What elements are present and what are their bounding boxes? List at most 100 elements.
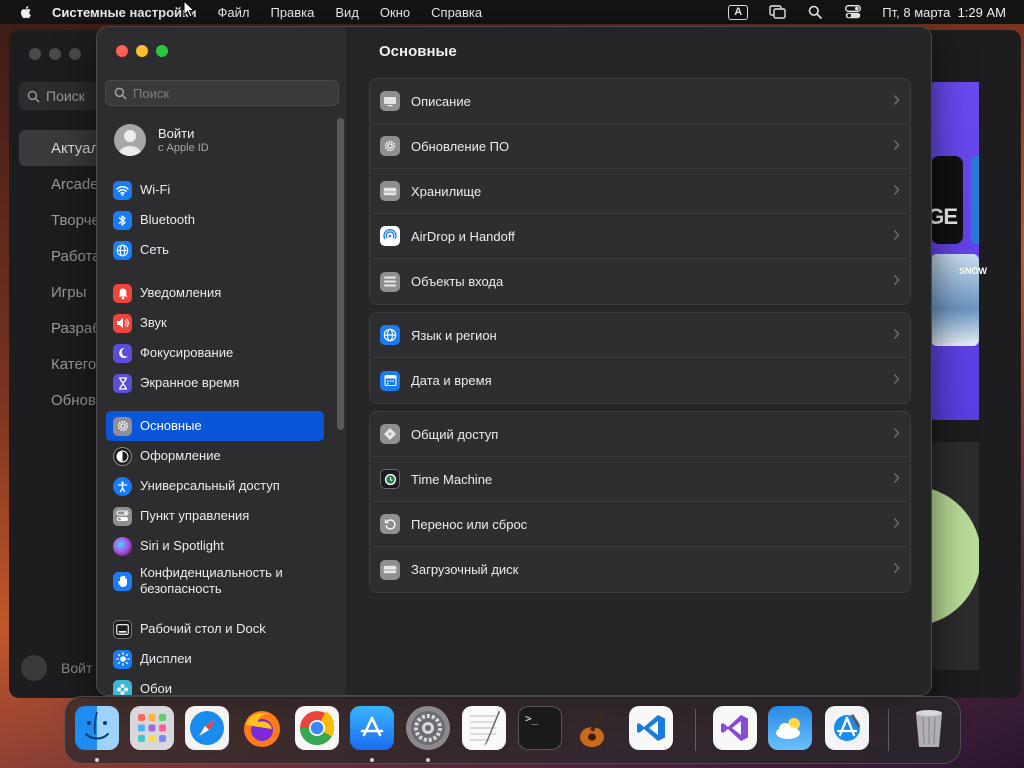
display-icon: [380, 91, 400, 111]
control-center-icon[interactable]: [844, 4, 862, 20]
row-label: Хранилище: [411, 183, 482, 199]
minimize-button[interactable]: [136, 45, 148, 57]
firefox-icon[interactable]: [240, 706, 284, 750]
system-settings-window: Войти с Apple ID Wi-Fi Bluetooth: [97, 27, 931, 695]
dock: >_: [64, 696, 961, 764]
sidebar-item-general[interactable]: Основные: [106, 411, 324, 441]
sidebar-item-label: Обои: [140, 681, 173, 695]
sidebar-scrollbar[interactable]: [337, 118, 344, 430]
sidebar-item-control-center[interactable]: Пункт управления: [106, 501, 324, 531]
screen-mirroring-icon[interactable]: [768, 4, 786, 20]
menu-window[interactable]: Окно: [380, 5, 410, 20]
reset-icon: [380, 514, 400, 534]
search-icon: [27, 90, 40, 103]
sidebar-item-appearance[interactable]: Оформление: [106, 441, 324, 471]
row-airdrop-handoff[interactable]: AirDrop и Handoff: [370, 214, 910, 259]
chevron-right-icon: [893, 140, 900, 150]
menu-view[interactable]: Вид: [335, 5, 359, 20]
running-indicator: [426, 758, 430, 762]
window-controls: [116, 45, 176, 57]
visual-studio-icon[interactable]: [713, 706, 757, 750]
control-center-icon: [113, 506, 132, 526]
accessibility-icon: [113, 476, 132, 496]
settings-search[interactable]: [105, 80, 339, 106]
row-date-time[interactable]: Дата и время: [370, 358, 910, 403]
row-time-machine[interactable]: Time Machine: [370, 457, 910, 502]
sidebar-item-network[interactable]: Сеть: [106, 235, 324, 265]
sidebar-item-label: Дисплеи: [140, 651, 192, 666]
apple-menu-icon[interactable]: [18, 4, 34, 20]
sidebar-item-focus[interactable]: Фокусирование: [106, 338, 324, 368]
list-icon: [380, 271, 400, 292]
row-label: Объекты входа: [411, 274, 504, 289]
close-button[interactable]: [116, 45, 128, 57]
apple-id-signin[interactable]: Войти с Apple ID: [114, 124, 209, 156]
row-transfer-reset[interactable]: Перенос или сброс: [370, 502, 910, 547]
menu-app-name[interactable]: Системные настройки: [52, 5, 197, 20]
input-source-badge[interactable]: A: [728, 4, 749, 20]
settings-search-input[interactable]: [133, 85, 323, 101]
row-storage[interactable]: Хранилище: [370, 169, 910, 214]
xcode-icon[interactable]: [825, 706, 869, 750]
sidebar-item-wallpaper[interactable]: Обои: [106, 674, 324, 695]
menubar-clock[interactable]: Пт, 8 марта 1:29 AM: [882, 5, 1006, 20]
garageband-icon[interactable]: [573, 706, 617, 750]
row-label: Time Machine: [411, 471, 493, 487]
spotlight-search-icon[interactable]: [806, 4, 824, 20]
sidebar-item-siri-spotlight[interactable]: Siri и Spotlight: [106, 531, 324, 561]
gear-icon: [380, 136, 400, 156]
zoom-button[interactable]: [156, 45, 168, 57]
settings-group-about: Описание Обновление ПО Хранилище AirDrop…: [369, 78, 911, 305]
safari-icon[interactable]: [185, 706, 229, 750]
sidebar-item-wifi[interactable]: Wi-Fi: [106, 175, 324, 205]
system-settings-icon[interactable]: [406, 706, 450, 750]
row-sharing[interactable]: Общий доступ: [370, 412, 910, 457]
chevron-right-icon: [893, 185, 900, 195]
chevron-right-icon: [893, 473, 900, 483]
weather-icon[interactable]: [768, 706, 812, 750]
row-login-items[interactable]: Объекты входа: [370, 259, 910, 304]
app-store-icon[interactable]: [350, 706, 394, 750]
chevron-right-icon: [893, 230, 900, 240]
background-app-tile[interactable]: [971, 156, 979, 244]
vscode-icon[interactable]: [629, 706, 673, 750]
row-language-region[interactable]: Язык и регион: [370, 313, 910, 358]
sidebar-item-accessibility[interactable]: Универсальный доступ: [106, 471, 324, 501]
launchpad-icon[interactable]: [130, 706, 174, 750]
chrome-icon[interactable]: [295, 706, 339, 750]
chevron-right-icon: [893, 374, 900, 384]
sidebar-item-label: Bluetooth: [140, 212, 195, 227]
row-startup-disk[interactable]: Загрузочный диск: [370, 547, 910, 592]
terminal-icon[interactable]: >_: [518, 706, 562, 750]
background-window-controls: [29, 48, 89, 60]
menu-edit[interactable]: Правка: [270, 5, 314, 20]
textedit-icon[interactable]: [462, 706, 506, 750]
sidebar-item-displays[interactable]: Дисплеи: [106, 644, 324, 674]
sidebar-item-screen-time[interactable]: Экранное время: [106, 368, 324, 398]
background-promo-banner[interactable]: [931, 82, 979, 420]
sidebar-item-desktop-dock[interactable]: Рабочий стол и Dock: [106, 614, 324, 644]
background-account[interactable]: Войт: [21, 655, 92, 681]
trash-icon[interactable]: [907, 706, 951, 750]
calendar-icon: [380, 370, 400, 391]
menu-help[interactable]: Справка: [431, 5, 482, 20]
sidebar-item-sound[interactable]: Звук: [106, 308, 324, 338]
menu-file[interactable]: Файл: [218, 5, 250, 20]
appearance-icon: [113, 446, 132, 466]
terminal-prompt: >_: [525, 712, 539, 725]
row-software-update[interactable]: Обновление ПО: [370, 124, 910, 169]
sidebar-item-bluetooth[interactable]: Bluetooth: [106, 205, 324, 235]
sidebar-item-notifications[interactable]: Уведомления: [106, 278, 324, 308]
sidebar-item-label: Основные: [140, 418, 202, 433]
background-app-tile[interactable]: SNOW: [931, 254, 987, 346]
dock-separator: [888, 709, 889, 751]
running-indicator: [95, 758, 99, 762]
row-about[interactable]: Описание: [370, 79, 910, 124]
finder-icon[interactable]: [75, 706, 119, 750]
sun-icon: [113, 649, 132, 669]
background-feature-card[interactable]: [931, 442, 979, 670]
wallpaper-icon: [113, 679, 132, 695]
sidebar-item-privacy-security[interactable]: Конфиденциальность и безопасность: [106, 561, 324, 601]
background-app-tile[interactable]: GE: [927, 156, 963, 244]
signin-subtitle: с Apple ID: [158, 142, 209, 154]
